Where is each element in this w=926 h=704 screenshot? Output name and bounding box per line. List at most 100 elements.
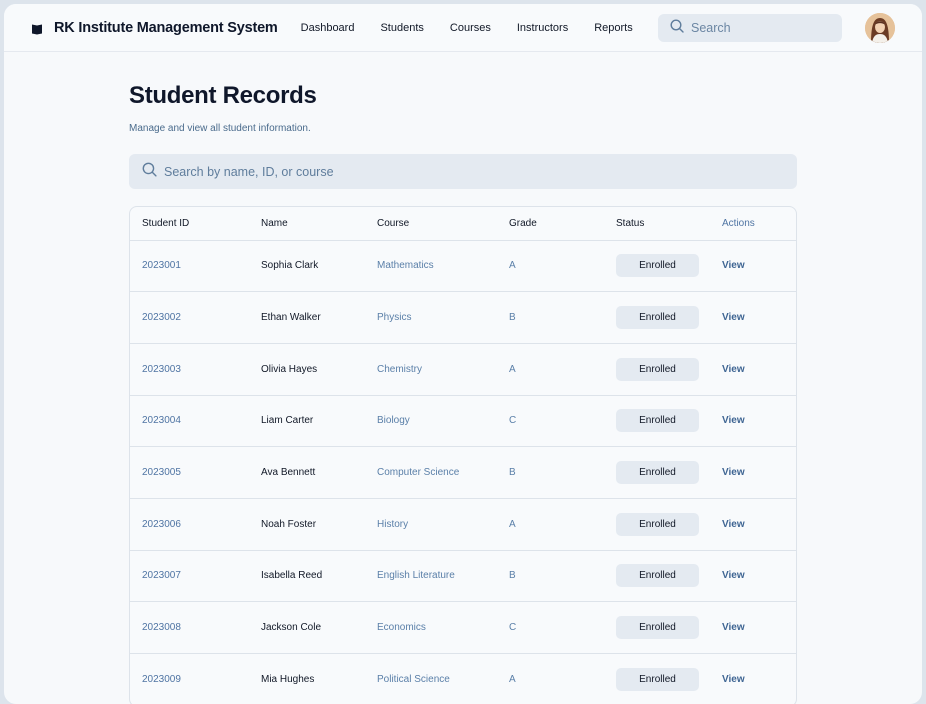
cell-actions: View [710,447,797,499]
status-badge: Enrolled [616,409,699,432]
top-navbar: RK Institute Management System Dashboard… [4,4,922,52]
cell-grade: A [497,240,604,292]
table-header-row: Student ID Name Course Grade Status Acti… [130,207,797,240]
col-grade[interactable]: Grade [497,207,604,240]
cell-course: Mathematics [365,240,497,292]
cell-name: Liam Carter [249,395,365,447]
cell-student-id: 2023006 [130,498,249,550]
cell-grade: C [497,602,604,654]
page-title: Student Records [129,82,797,110]
status-badge: Enrolled [616,616,699,639]
nav-dashboard[interactable]: Dashboard [301,22,355,34]
student-search-input[interactable] [164,165,764,179]
cell-actions: View [710,343,797,395]
table-row[interactable]: 2023005 Ava Bennett Computer Science B E… [130,447,797,499]
cell-status: Enrolled [604,654,710,704]
search-icon [142,162,157,182]
col-course[interactable]: Course [365,207,497,240]
student-search[interactable] [129,154,797,189]
cell-name: Ava Bennett [249,447,365,499]
view-link[interactable]: View [722,674,745,685]
cell-course: Economics [365,602,497,654]
app-window: RK Institute Management System Dashboard… [4,4,922,704]
cell-student-id: 2023003 [130,343,249,395]
table-row[interactable]: 2023004 Liam Carter Biology C Enrolled V… [130,395,797,447]
cell-grade: B [497,550,604,602]
cell-status: Enrolled [604,602,710,654]
cell-grade: B [497,447,604,499]
table-row[interactable]: 2023001 Sophia Clark Mathematics A Enrol… [130,240,797,292]
col-actions: Actions [710,207,797,240]
cell-status: Enrolled [604,292,710,344]
col-student-id[interactable]: Student ID [130,207,249,240]
cell-grade: B [497,292,604,344]
table-row[interactable]: 2023002 Ethan Walker Physics B Enrolled … [130,292,797,344]
global-search-input[interactable] [691,21,831,35]
cell-student-id: 2023007 [130,550,249,602]
col-name[interactable]: Name [249,207,365,240]
cell-grade: C [497,395,604,447]
table-row[interactable]: 2023003 Olivia Hayes Chemistry A Enrolle… [130,343,797,395]
cell-course: Physics [365,292,497,344]
status-badge: Enrolled [616,461,699,484]
book-icon [31,22,43,34]
cell-course: English Literature [365,550,497,602]
table-row[interactable]: 2023009 Mia Hughes Political Science A E… [130,654,797,704]
table-row[interactable]: 2023007 Isabella Reed English Literature… [130,550,797,602]
global-search[interactable] [658,14,842,42]
cell-student-id: 2023001 [130,240,249,292]
view-link[interactable]: View [722,519,745,530]
cell-status: Enrolled [604,240,710,292]
status-badge: Enrolled [616,513,699,536]
search-icon [670,19,684,38]
main-nav: Dashboard Students Courses Instructors R… [301,22,659,34]
view-link[interactable]: View [722,415,745,426]
view-link[interactable]: View [722,570,745,581]
student-table: Student ID Name Course Grade Status Acti… [129,206,797,704]
nav-courses[interactable]: Courses [450,22,491,34]
cell-course: Computer Science [365,447,497,499]
cell-course: Political Science [365,654,497,704]
cell-name: Noah Foster [249,498,365,550]
status-badge: Enrolled [616,668,699,691]
cell-name: Olivia Hayes [249,343,365,395]
cell-status: Enrolled [604,447,710,499]
status-badge: Enrolled [616,254,699,277]
table-row[interactable]: 2023008 Jackson Cole Economics C Enrolle… [130,602,797,654]
view-link[interactable]: View [722,364,745,375]
view-link[interactable]: View [722,312,745,323]
cell-student-id: 2023004 [130,395,249,447]
cell-name: Mia Hughes [249,654,365,704]
cell-name: Sophia Clark [249,240,365,292]
cell-status: Enrolled [604,550,710,602]
nav-students[interactable]: Students [380,22,423,34]
nav-instructors[interactable]: Instructors [517,22,568,34]
status-badge: Enrolled [616,564,699,587]
brand[interactable]: RK Institute Management System [31,20,278,36]
cell-actions: View [710,602,797,654]
view-link[interactable]: View [722,260,745,271]
view-link[interactable]: View [722,622,745,633]
cell-actions: View [710,654,797,704]
cell-name: Isabella Reed [249,550,365,602]
status-badge: Enrolled [616,306,699,329]
cell-course: History [365,498,497,550]
cell-status: Enrolled [604,395,710,447]
user-avatar[interactable] [865,13,895,43]
cell-student-id: 2023005 [130,447,249,499]
cell-actions: View [710,498,797,550]
status-badge: Enrolled [616,358,699,381]
cell-grade: A [497,654,604,704]
cell-status: Enrolled [604,498,710,550]
cell-grade: A [497,343,604,395]
cell-actions: View [710,240,797,292]
table-row[interactable]: 2023006 Noah Foster History A Enrolled V… [130,498,797,550]
main-content: Student Records Manage and view all stud… [129,52,797,704]
cell-name: Jackson Cole [249,602,365,654]
nav-reports[interactable]: Reports [594,22,633,34]
col-status[interactable]: Status [604,207,710,240]
cell-course: Chemistry [365,343,497,395]
cell-actions: View [710,550,797,602]
cell-student-id: 2023008 [130,602,249,654]
view-link[interactable]: View [722,467,745,478]
